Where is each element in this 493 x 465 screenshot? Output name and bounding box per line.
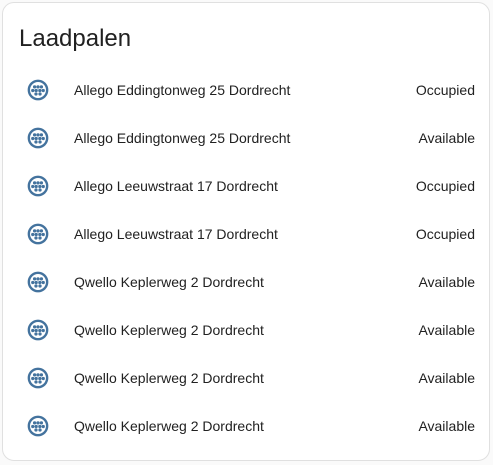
entity-row[interactable]: Allego Eddingtonweg 25 Dordrecht Availab…: [3, 113, 489, 161]
entity-row[interactable]: Qwello Keplerweg 2 Dordrecht Available: [3, 353, 489, 401]
entity-state: Occupied: [415, 82, 475, 98]
entity-state: Occupied: [415, 226, 475, 242]
ev-plug-type2-icon: [27, 319, 49, 341]
entity-name: Qwello Keplerweg 2 Dordrecht: [74, 322, 264, 338]
entity-row[interactable]: Qwello Keplerweg 2 Dordrecht Available: [3, 257, 489, 305]
ev-plug-type2-icon: [27, 127, 49, 149]
entity-row[interactable]: Qwello Keplerweg 2 Dordrecht Available: [3, 401, 489, 449]
entity-row[interactable]: Qwello Keplerweg 2 Dordrecht Available: [3, 305, 489, 353]
entity-name: Allego Eddingtonweg 25 Dordrecht: [74, 82, 291, 98]
entity-name: Allego Leeuwstraat 17 Dordrecht: [74, 178, 278, 194]
entity-state: Available: [418, 322, 475, 338]
ev-plug-type2-icon: [27, 415, 49, 437]
entities-card: Laadpalen Allego Eddingtonweg 25 Dordrec…: [2, 2, 490, 461]
ev-plug-type2-icon: [27, 271, 49, 293]
entity-name: Qwello Keplerweg 2 Dordrecht: [74, 418, 264, 434]
ev-plug-type2-icon: [27, 223, 49, 245]
entity-name: Allego Eddingtonweg 25 Dordrecht: [74, 130, 291, 146]
entity-state: Occupied: [415, 178, 475, 194]
entity-name: Qwello Keplerweg 2 Dordrecht: [74, 274, 264, 290]
entity-state: Available: [418, 130, 475, 146]
entity-list: Allego Eddingtonweg 25 Dordrecht Occupie…: [3, 65, 489, 449]
entity-state: Available: [418, 274, 475, 290]
entity-state: Available: [418, 370, 475, 386]
entity-name: Allego Leeuwstraat 17 Dordrecht: [74, 226, 278, 242]
entity-state: Available: [418, 418, 475, 434]
entity-name: Qwello Keplerweg 2 Dordrecht: [74, 370, 264, 386]
entity-row[interactable]: Allego Leeuwstraat 17 Dordrecht Occupied: [3, 161, 489, 209]
ev-plug-type2-icon: [27, 79, 49, 101]
ev-plug-type2-icon: [27, 175, 49, 197]
entity-row[interactable]: Allego Eddingtonweg 25 Dordrecht Occupie…: [3, 65, 489, 113]
entity-row[interactable]: Allego Leeuwstraat 17 Dordrecht Occupied: [3, 209, 489, 257]
card-title: Laadpalen: [19, 25, 132, 52]
ev-plug-type2-icon: [27, 367, 49, 389]
